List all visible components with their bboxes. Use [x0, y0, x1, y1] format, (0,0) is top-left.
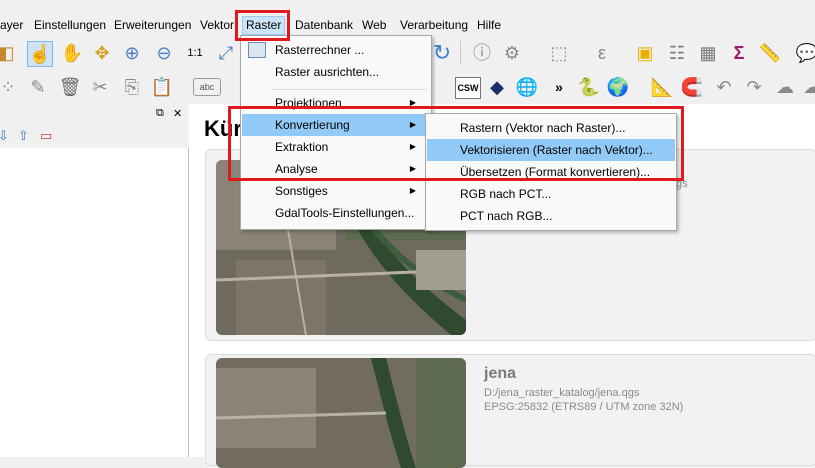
- float-panel-icon[interactable]: ⧉: [156, 107, 164, 120]
- select-features-icon[interactable]: ⬚: [547, 41, 571, 65]
- raster-ausrichten-label: Raster ausrichten...: [275, 65, 380, 79]
- remove-layer-icon[interactable]: ▭: [40, 128, 52, 144]
- identify-icon[interactable]: ⓘ: [470, 41, 494, 65]
- project-2-name: jena: [484, 365, 517, 382]
- touch-icon[interactable]: ☝: [27, 41, 53, 67]
- field-calculator-icon[interactable]: ▦: [696, 41, 720, 65]
- panel-header: ⧉ ✕: [0, 104, 188, 125]
- menu-einstellungen[interactable]: Einstellungen: [34, 18, 106, 32]
- globe-plugin-icon[interactable]: 🌐: [515, 75, 539, 99]
- menu-item-rasterrechner[interactable]: Rasterrechner ...: [242, 39, 430, 61]
- python-console-icon[interactable]: 🐍: [577, 75, 601, 99]
- grid-plugin-icon[interactable]: ◆: [485, 75, 509, 99]
- pct-nach-rgb-label: PCT nach RGB...: [460, 209, 553, 223]
- label-abc-icon[interactable]: abc: [193, 78, 221, 96]
- menu-item-sonstiges[interactable]: Sonstiges ▶: [242, 180, 430, 202]
- annotation-icon[interactable]: 💬: [795, 41, 815, 65]
- aerial-image-2: [216, 358, 466, 468]
- annotation-conversion-box: [228, 106, 684, 181]
- shape-icon[interactable]: ☁: [773, 75, 797, 99]
- csw-icon[interactable]: CSW: [455, 77, 481, 99]
- project-2-path: D:/jena_raster_katalog/jena.qgs: [484, 387, 640, 399]
- statistics-sigma-icon[interactable]: Σ: [727, 41, 751, 65]
- panel-toolbar: ⇩ ⇧ ▭: [0, 124, 188, 148]
- redo-icon[interactable]: ↷: [742, 75, 766, 99]
- menu-web[interactable]: Web: [362, 18, 386, 32]
- close-panel-icon[interactable]: ✕: [173, 107, 182, 120]
- attribute-table-icon[interactable]: ☷: [665, 41, 689, 65]
- menu-hilfe[interactable]: Hilfe: [477, 18, 501, 32]
- menu-layer[interactable]: ayer: [0, 18, 23, 32]
- zoom-in-icon[interactable]: ⊕: [120, 41, 144, 65]
- label-abc-text: abc: [199, 82, 215, 92]
- toolbar-separator: [460, 41, 461, 65]
- menu-datenbank[interactable]: Datenbank: [295, 18, 353, 32]
- pan-icon[interactable]: ◧: [0, 41, 18, 65]
- menu-vektor[interactable]: Vektor: [200, 18, 234, 32]
- menubar: ayer Einstellungen Erweiterungen Vektor …: [0, 0, 815, 36]
- menu-erweiterungen[interactable]: Erweiterungen: [114, 18, 191, 32]
- triangle-ruler-icon[interactable]: 📐: [650, 75, 674, 99]
- menu-verarbeitung[interactable]: Verarbeitung: [400, 18, 468, 32]
- gdaltools-einstellungen-label: GdalTools-Einstellungen...: [275, 206, 415, 220]
- expression-select-icon[interactable]: ε: [590, 41, 614, 65]
- submenu-item-pct-nach-rgb[interactable]: PCT nach RGB...: [427, 205, 675, 227]
- measure-icon[interactable]: 📏: [758, 41, 782, 65]
- zoom-native-icon[interactable]: 1:1: [183, 41, 207, 65]
- magnet-icon[interactable]: 🧲: [680, 75, 704, 99]
- refresh-icon[interactable]: ↻: [430, 41, 454, 65]
- rgb-nach-pct-label: RGB nach PCT...: [460, 187, 552, 201]
- zoom-out-icon[interactable]: ⊖: [152, 41, 176, 65]
- pan-to-selection-icon[interactable]: ✥: [90, 41, 114, 65]
- menu-separator: [271, 89, 427, 90]
- pan-hand-icon[interactable]: ✋: [60, 41, 84, 65]
- project-thumbnail-2: [216, 358, 466, 468]
- rasterrechner-label: Rasterrechner ...: [275, 43, 365, 57]
- filter-icon[interactable]: ⇩: [0, 128, 9, 144]
- sonstiges-label: Sonstiges: [275, 184, 328, 198]
- undo-icon[interactable]: ↶: [712, 75, 736, 99]
- project-2-crs: EPSG:25832 (ETRS89 / UTM zone 32N): [484, 401, 684, 413]
- select-identify-icon[interactable]: ⚙: [500, 41, 524, 65]
- menu-item-gdaltools-einstellungen[interactable]: GdalTools-Einstellungen...: [242, 202, 430, 224]
- expand-icon[interactable]: ⇧: [18, 128, 29, 144]
- shape-2-icon[interactable]: ☁: [800, 75, 815, 99]
- delete-icon[interactable]: 🗑: [58, 75, 82, 99]
- node-tool-icon[interactable]: ⁘: [0, 75, 20, 99]
- zoom-full-icon[interactable]: ⤢: [214, 41, 238, 65]
- cut-icon[interactable]: ✂: [88, 75, 112, 99]
- copy-icon[interactable]: ⎘: [120, 75, 144, 99]
- submenu-item-rgb-nach-pct[interactable]: RGB nach PCT...: [427, 183, 675, 205]
- paste-icon[interactable]: 📋: [150, 75, 174, 99]
- overflow-text: »: [555, 79, 563, 95]
- menu-item-raster-ausrichten[interactable]: Raster ausrichten...: [242, 61, 430, 83]
- csw-text: CSW: [457, 83, 479, 93]
- world-icon[interactable]: 🌍: [606, 75, 630, 99]
- toolbar-overflow-icon[interactable]: »: [547, 75, 571, 99]
- layers-panel: [0, 148, 189, 457]
- edit-icon[interactable]: ✎: [26, 75, 50, 99]
- recent-project-card-2[interactable]: jena D:/jena_raster_katalog/jena.qgs EPS…: [205, 354, 815, 468]
- deselect-icon[interactable]: ▣: [633, 41, 657, 65]
- submenu-arrow-icon: ▶: [409, 186, 416, 195]
- annotation-raster-box: [235, 10, 290, 41]
